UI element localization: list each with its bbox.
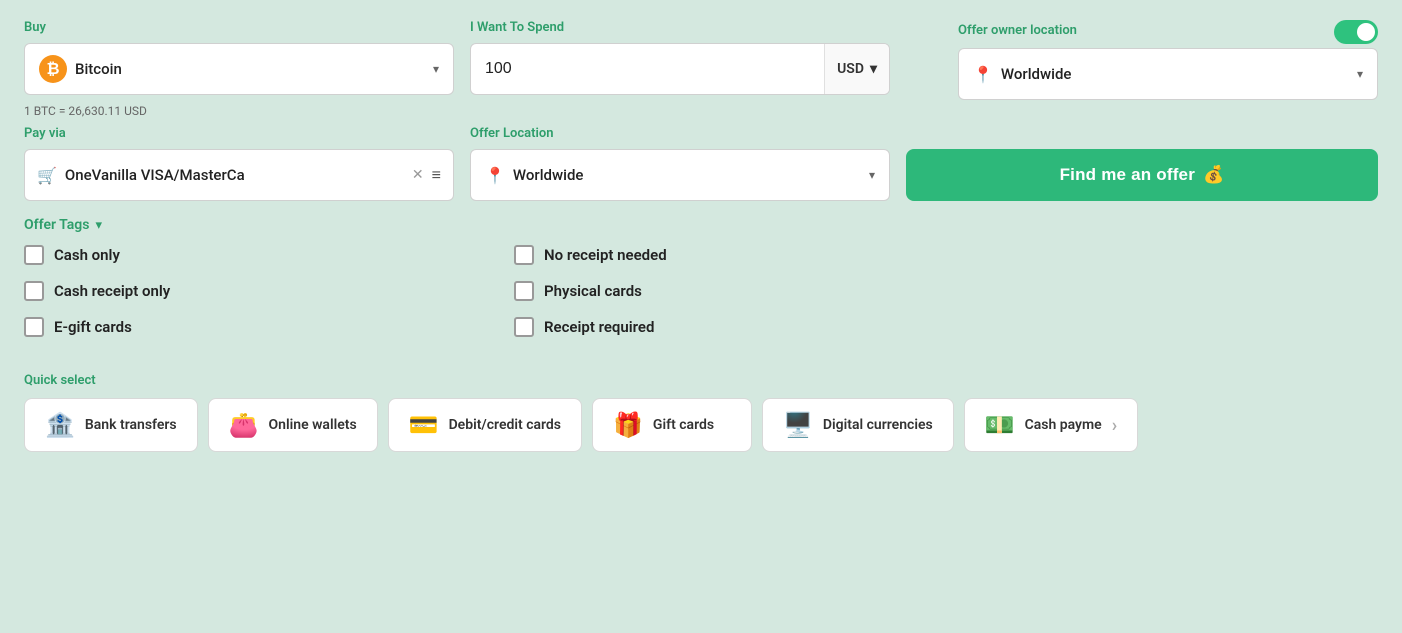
tag-physical-cards[interactable]: Physical cards	[514, 281, 1378, 301]
spend-amount-input[interactable]	[471, 44, 824, 94]
quick-select-row: 🏦 Bank transfers 👛 Online wallets 💳 Debi…	[24, 398, 1378, 452]
owner-location-pin-icon: 📍	[973, 65, 993, 84]
find-offer-button[interactable]: Find me an offer 💰	[906, 149, 1378, 201]
pay-via-label: Pay via	[24, 126, 454, 141]
pay-via-value: OneVanilla VISA/MasterCa	[65, 166, 404, 184]
cash-payments-label: Cash payme	[1025, 417, 1102, 433]
tag-physical-cards-label: Physical cards	[544, 282, 642, 300]
tag-cash-only-checkbox[interactable]	[24, 245, 44, 265]
gift-cards-label: Gift cards	[653, 417, 714, 433]
owner-location-toggle[interactable]	[1334, 20, 1378, 44]
find-offer-label: Find me an offer	[1060, 165, 1195, 185]
pay-via-clear-icon[interactable]: ✕	[412, 167, 424, 183]
tag-cash-receipt-only-checkbox[interactable]	[24, 281, 44, 301]
cash-payments-icon: 💵	[985, 411, 1015, 439]
quick-select-section: Quick select 🏦 Bank transfers 👛 Online w…	[24, 373, 1378, 452]
tag-no-receipt-needed-checkbox[interactable]	[514, 245, 534, 265]
offer-tags-section: Offer Tags ▾ Cash only Cash receipt only…	[24, 217, 1378, 353]
quick-select-debit-credit-cards[interactable]: 💳 Debit/credit cards	[388, 398, 582, 452]
buy-select[interactable]: ₿ Bitcoin ▾	[24, 43, 454, 95]
bitcoin-icon: ₿	[39, 55, 67, 83]
digital-currencies-icon: 🖥️	[783, 411, 813, 439]
tag-receipt-required[interactable]: Receipt required	[514, 317, 1378, 337]
spend-input-row: USD ▾	[470, 43, 890, 95]
digital-currencies-label: Digital currencies	[823, 417, 933, 433]
offer-location-label: Offer Location	[470, 126, 890, 141]
pay-via-select[interactable]: 🛒 OneVanilla VISA/MasterCa ✕ ≡	[24, 149, 454, 201]
offer-tags-label: Offer Tags	[24, 217, 89, 233]
main-container: Buy ₿ Bitcoin ▾ I Want To Spend USD ▾ Of…	[24, 20, 1378, 452]
quick-select-gift-cards[interactable]: 🎁 Gift cards	[592, 398, 752, 452]
tag-no-receipt-needed[interactable]: No receipt needed	[514, 245, 1378, 265]
debit-credit-cards-icon: 💳	[409, 411, 439, 439]
buy-chevron-icon: ▾	[433, 62, 439, 76]
offer-location-chevron-icon: ▾	[869, 168, 875, 182]
tag-cash-receipt-only-label: Cash receipt only	[54, 282, 170, 300]
buy-field: Buy ₿ Bitcoin ▾	[24, 20, 454, 95]
offer-location-value: Worldwide	[513, 166, 584, 184]
currency-value: USD	[837, 61, 864, 77]
online-wallets-label: Online wallets	[269, 417, 357, 433]
tag-cash-receipt-only[interactable]: Cash receipt only	[24, 281, 454, 301]
spend-label: I Want To Spend	[470, 20, 942, 35]
owner-location-chevron-icon: ▾	[1357, 67, 1363, 81]
owner-location-field: Offer owner location 📍 Worldwide ▾	[958, 20, 1378, 100]
debit-credit-cards-label: Debit/credit cards	[449, 417, 561, 433]
tags-right-column: No receipt needed Physical cards Receipt…	[514, 245, 1378, 353]
offer-tags-header[interactable]: Offer Tags ▾	[24, 217, 1378, 233]
tag-e-gift-cards[interactable]: E-gift cards	[24, 317, 454, 337]
owner-location-value: Worldwide	[1001, 65, 1072, 83]
offer-location-field: Offer Location 📍 Worldwide ▾	[470, 126, 890, 201]
tag-e-gift-cards-checkbox[interactable]	[24, 317, 44, 337]
owner-location-select[interactable]: 📍 Worldwide ▾	[958, 48, 1378, 100]
quick-select-label: Quick select	[24, 373, 1378, 388]
tags-grid: Cash only Cash receipt only E-gift cards…	[24, 245, 1378, 353]
buy-label: Buy	[24, 20, 454, 35]
spend-field: I Want To Spend USD ▾	[470, 20, 942, 95]
cart-icon: 🛒	[37, 166, 57, 185]
bank-transfers-icon: 🏦	[45, 411, 75, 439]
quick-select-cash-payments[interactable]: 💵 Cash payme ›	[964, 398, 1138, 452]
owner-location-header: Offer owner location	[958, 20, 1378, 44]
tag-receipt-required-label: Receipt required	[544, 318, 654, 336]
quick-select-online-wallets[interactable]: 👛 Online wallets	[208, 398, 378, 452]
buy-selected-value: Bitcoin	[75, 60, 122, 78]
offer-location-select[interactable]: 📍 Worldwide ▾	[470, 149, 890, 201]
tag-physical-cards-checkbox[interactable]	[514, 281, 534, 301]
tag-cash-only-label: Cash only	[54, 246, 120, 264]
pay-via-menu-icon[interactable]: ≡	[432, 165, 441, 185]
row-1: Buy ₿ Bitcoin ▾ I Want To Spend USD ▾ Of…	[24, 20, 1378, 100]
offer-location-pin-icon: 📍	[485, 166, 505, 185]
exchange-rate: 1 BTC = 26,630.11 USD	[24, 104, 1378, 118]
currency-select[interactable]: USD ▾	[824, 44, 889, 94]
bank-transfers-label: Bank transfers	[85, 417, 177, 433]
tag-receipt-required-checkbox[interactable]	[514, 317, 534, 337]
quick-select-bank-transfers[interactable]: 🏦 Bank transfers	[24, 398, 198, 452]
tags-left-column: Cash only Cash receipt only E-gift cards	[24, 245, 454, 353]
online-wallets-icon: 👛	[229, 411, 259, 439]
offer-tags-chevron-icon: ▾	[95, 218, 102, 233]
tag-cash-only[interactable]: Cash only	[24, 245, 454, 265]
scroll-right-indicator: ›	[1112, 415, 1117, 436]
tag-e-gift-cards-label: E-gift cards	[54, 318, 132, 336]
find-offer-icon: 💰	[1203, 165, 1224, 185]
pay-via-field: Pay via 🛒 OneVanilla VISA/MasterCa ✕ ≡	[24, 126, 454, 201]
owner-location-label: Offer owner location	[958, 23, 1077, 38]
row-2: Pay via 🛒 OneVanilla VISA/MasterCa ✕ ≡ O…	[24, 126, 1378, 201]
gift-cards-icon: 🎁	[613, 411, 643, 439]
tag-no-receipt-needed-label: No receipt needed	[544, 246, 667, 264]
quick-select-digital-currencies[interactable]: 🖥️ Digital currencies	[762, 398, 954, 452]
currency-chevron-icon: ▾	[870, 61, 877, 77]
